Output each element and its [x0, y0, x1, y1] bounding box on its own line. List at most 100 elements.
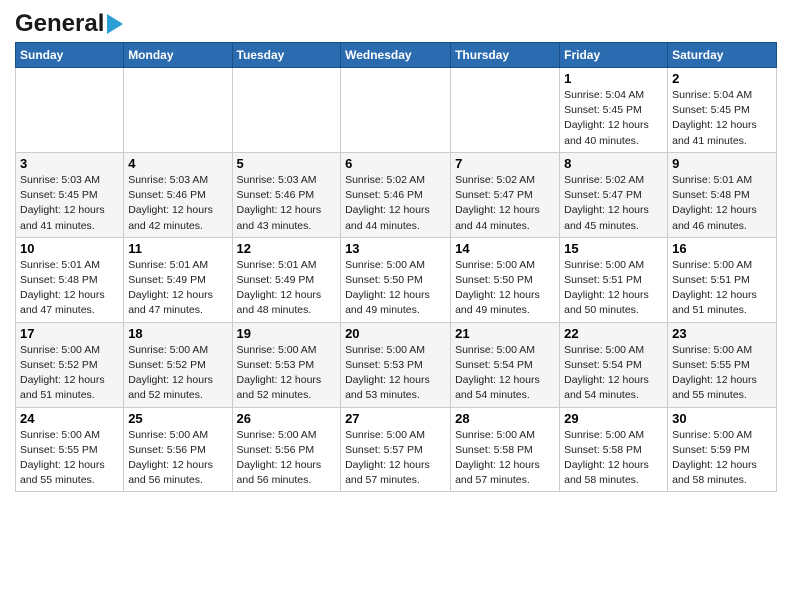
- weekday-header-row: SundayMondayTuesdayWednesdayThursdayFrid…: [16, 43, 777, 68]
- calendar-cell: 28 Sunrise: 5:00 AM Sunset: 5:58 PM Dayli…: [451, 407, 560, 492]
- calendar-cell: [232, 68, 341, 153]
- calendar-cell: 16Sunrise: 5:00 AM Sunset: 5:51 PM Dayli…: [668, 237, 777, 322]
- calendar-cell: 19 Sunrise: 5:00 AM Sunset: 5:53 PM Dayli…: [232, 322, 341, 407]
- calendar-cell: [451, 68, 560, 153]
- day-number: 5: [237, 156, 337, 171]
- day-number: 28: [455, 411, 555, 426]
- calendar-cell: 12 Sunrise: 5:01 AM Sunset: 5:49 PM Dayli…: [232, 237, 341, 322]
- cell-info: Sunrise: 5:00 AM Sunset: 5:59 PM Dayligh…: [672, 428, 772, 489]
- cell-info: Sunrise: 5:01 AM Sunset: 5:49 PM Dayligh…: [237, 258, 337, 319]
- calendar-cell: 5 Sunrise: 5:03 AM Sunset: 5:46 PM Daylig…: [232, 152, 341, 237]
- cell-info: Sunrise: 5:04 AM Sunset: 5:45 PM Dayligh…: [672, 88, 772, 149]
- calendar-cell: 11 Sunrise: 5:01 AM Sunset: 5:49 PM Dayli…: [124, 237, 232, 322]
- calendar-cell: 22Sunrise: 5:00 AM Sunset: 5:54 PM Dayli…: [560, 322, 668, 407]
- week-row-1: 1 Sunrise: 5:04 AM Sunset: 5:45 PM Daylig…: [16, 68, 777, 153]
- calendar-cell: 13 Sunrise: 5:00 AM Sunset: 5:50 PM Dayli…: [341, 237, 451, 322]
- day-number: 20: [345, 326, 446, 341]
- calendar-cell: 14 Sunrise: 5:00 AM Sunset: 5:50 PM Dayli…: [451, 237, 560, 322]
- calendar-cell: [341, 68, 451, 153]
- cell-info: Sunrise: 5:02 AM Sunset: 5:46 PM Dayligh…: [345, 173, 446, 234]
- calendar-cell: 1 Sunrise: 5:04 AM Sunset: 5:45 PM Daylig…: [560, 68, 668, 153]
- day-number: 9: [672, 156, 772, 171]
- day-number: 24: [20, 411, 119, 426]
- day-number: 17: [20, 326, 119, 341]
- day-number: 7: [455, 156, 555, 171]
- calendar-cell: 7 Sunrise: 5:02 AM Sunset: 5:47 PM Daylig…: [451, 152, 560, 237]
- day-number: 4: [128, 156, 227, 171]
- calendar-cell: 3 Sunrise: 5:03 AM Sunset: 5:45 PM Daylig…: [16, 152, 124, 237]
- cell-info: Sunrise: 5:00 AM Sunset: 5:56 PM Dayligh…: [128, 428, 227, 489]
- cell-info: Sunrise: 5:03 AM Sunset: 5:46 PM Dayligh…: [128, 173, 227, 234]
- day-number: 11: [128, 241, 227, 256]
- cell-info: Sunrise: 5:00 AM Sunset: 5:50 PM Dayligh…: [455, 258, 555, 319]
- day-number: 14: [455, 241, 555, 256]
- cell-info: Sunrise: 5:00 AM Sunset: 5:52 PM Dayligh…: [20, 343, 119, 404]
- weekday-friday: Friday: [560, 43, 668, 68]
- day-number: 12: [237, 241, 337, 256]
- calendar-cell: 26 Sunrise: 5:00 AM Sunset: 5:56 PM Dayli…: [232, 407, 341, 492]
- calendar-cell: 4 Sunrise: 5:03 AM Sunset: 5:46 PM Daylig…: [124, 152, 232, 237]
- calendar-cell: 17 Sunrise: 5:00 AM Sunset: 5:52 PM Dayli…: [16, 322, 124, 407]
- cell-info: Sunrise: 5:03 AM Sunset: 5:46 PM Dayligh…: [237, 173, 337, 234]
- calendar-cell: 24 Sunrise: 5:00 AM Sunset: 5:55 PM Dayli…: [16, 407, 124, 492]
- calendar-cell: 2 Sunrise: 5:04 AM Sunset: 5:45 PM Daylig…: [668, 68, 777, 153]
- cell-info: Sunrise: 5:00 AM Sunset: 5:58 PM Dayligh…: [564, 428, 663, 489]
- day-number: 1: [564, 71, 663, 86]
- cell-info: Sunrise: 5:01 AM Sunset: 5:48 PM Dayligh…: [20, 258, 119, 319]
- cell-info: Sunrise: 5:00 AM Sunset: 5:55 PM Dayligh…: [672, 343, 772, 404]
- week-row-4: 17 Sunrise: 5:00 AM Sunset: 5:52 PM Dayli…: [16, 322, 777, 407]
- day-number: 6: [345, 156, 446, 171]
- cell-info: Sunrise: 5:02 AM Sunset: 5:47 PM Dayligh…: [564, 173, 663, 234]
- cell-info: Sunrise: 5:00 AM Sunset: 5:56 PM Dayligh…: [237, 428, 337, 489]
- day-number: 21: [455, 326, 555, 341]
- calendar-cell: 20Sunrise: 5:00 AM Sunset: 5:53 PM Dayli…: [341, 322, 451, 407]
- day-number: 26: [237, 411, 337, 426]
- cell-info: Sunrise: 5:00 AM Sunset: 5:53 PM Dayligh…: [237, 343, 337, 404]
- cell-info: Sunrise: 5:01 AM Sunset: 5:49 PM Dayligh…: [128, 258, 227, 319]
- weekday-monday: Monday: [124, 43, 232, 68]
- calendar-cell: 9 Sunrise: 5:01 AM Sunset: 5:48 PM Daylig…: [668, 152, 777, 237]
- calendar-cell: 21 Sunrise: 5:00 AM Sunset: 5:54 PM Dayli…: [451, 322, 560, 407]
- day-number: 18: [128, 326, 227, 341]
- week-row-2: 3 Sunrise: 5:03 AM Sunset: 5:45 PM Daylig…: [16, 152, 777, 237]
- cell-info: Sunrise: 5:00 AM Sunset: 5:50 PM Dayligh…: [345, 258, 446, 319]
- week-row-3: 10 Sunrise: 5:01 AM Sunset: 5:48 PM Dayli…: [16, 237, 777, 322]
- weekday-thursday: Thursday: [451, 43, 560, 68]
- cell-info: Sunrise: 5:01 AM Sunset: 5:48 PM Dayligh…: [672, 173, 772, 234]
- day-number: 23: [672, 326, 772, 341]
- calendar-cell: 23 Sunrise: 5:00 AM Sunset: 5:55 PM Dayli…: [668, 322, 777, 407]
- cell-info: Sunrise: 5:00 AM Sunset: 5:58 PM Dayligh…: [455, 428, 555, 489]
- weekday-saturday: Saturday: [668, 43, 777, 68]
- day-number: 15: [564, 241, 663, 256]
- calendar-cell: [124, 68, 232, 153]
- day-number: 16: [672, 241, 772, 256]
- logo-general: General: [15, 10, 104, 38]
- logo-arrow-icon: [107, 14, 123, 34]
- day-number: 13: [345, 241, 446, 256]
- calendar-cell: 27Sunrise: 5:00 AM Sunset: 5:57 PM Dayli…: [341, 407, 451, 492]
- cell-info: Sunrise: 5:02 AM Sunset: 5:47 PM Dayligh…: [455, 173, 555, 234]
- day-number: 10: [20, 241, 119, 256]
- calendar-cell: 30 Sunrise: 5:00 AM Sunset: 5:59 PM Dayli…: [668, 407, 777, 492]
- cell-info: Sunrise: 5:00 AM Sunset: 5:51 PM Dayligh…: [564, 258, 663, 319]
- cell-info: Sunrise: 5:03 AM Sunset: 5:45 PM Dayligh…: [20, 173, 119, 234]
- calendar-page: General SundayMondayTuesdayWednesdayThur…: [0, 0, 792, 507]
- day-number: 30: [672, 411, 772, 426]
- calendar-cell: 25 Sunrise: 5:00 AM Sunset: 5:56 PM Dayli…: [124, 407, 232, 492]
- day-number: 27: [345, 411, 446, 426]
- cell-info: Sunrise: 5:00 AM Sunset: 5:54 PM Dayligh…: [564, 343, 663, 404]
- day-number: 19: [237, 326, 337, 341]
- cell-info: Sunrise: 5:00 AM Sunset: 5:54 PM Dayligh…: [455, 343, 555, 404]
- calendar-cell: [16, 68, 124, 153]
- calendar-table: SundayMondayTuesdayWednesdayThursdayFrid…: [15, 42, 777, 492]
- calendar-cell: 18Sunrise: 5:00 AM Sunset: 5:52 PM Dayli…: [124, 322, 232, 407]
- cell-info: Sunrise: 5:00 AM Sunset: 5:55 PM Dayligh…: [20, 428, 119, 489]
- calendar-cell: 15 Sunrise: 5:00 AM Sunset: 5:51 PM Dayli…: [560, 237, 668, 322]
- weekday-sunday: Sunday: [16, 43, 124, 68]
- day-number: 8: [564, 156, 663, 171]
- day-number: 25: [128, 411, 227, 426]
- day-number: 2: [672, 71, 772, 86]
- cell-info: Sunrise: 5:04 AM Sunset: 5:45 PM Dayligh…: [564, 88, 663, 149]
- calendar-cell: 6 Sunrise: 5:02 AM Sunset: 5:46 PM Daylig…: [341, 152, 451, 237]
- day-number: 3: [20, 156, 119, 171]
